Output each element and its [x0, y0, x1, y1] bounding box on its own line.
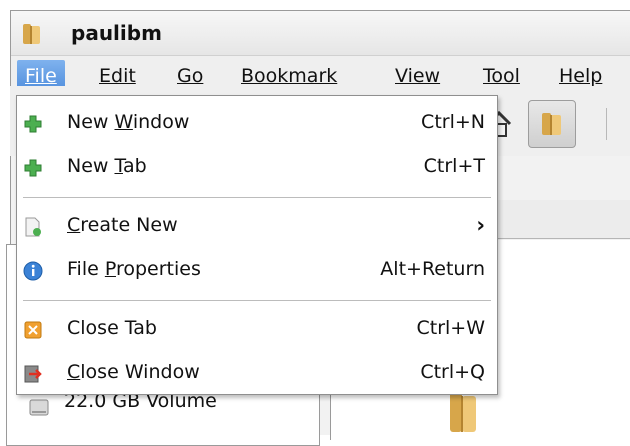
new-document-icon — [25, 217, 41, 237]
shortcut-label: Ctrl+T — [423, 155, 485, 177]
toolbar-separator — [606, 108, 607, 140]
window-title: paulibm — [71, 21, 162, 45]
info-icon — [23, 261, 43, 281]
drive-icon — [29, 399, 49, 416]
menu-item-create-new[interactable]: Create New › — [17, 207, 497, 247]
chevron-right-icon: › — [476, 213, 485, 237]
title-bar: paulibm — [11, 11, 630, 56]
folder-icon[interactable] — [444, 392, 482, 432]
menu-separator — [23, 197, 491, 198]
menu-item-new-tab[interactable]: New Tab Ctrl+T — [17, 148, 497, 188]
plus-icon — [24, 159, 42, 177]
exit-icon — [24, 365, 42, 383]
shortcut-label: Ctrl+N — [421, 111, 485, 133]
menu-item-file-properties[interactable]: File Properties Alt+Return — [17, 251, 497, 291]
folder-icon — [23, 24, 40, 44]
menu-item-new-window[interactable]: New Window Ctrl+N — [17, 104, 497, 144]
close-tab-icon — [24, 321, 42, 339]
menu-separator — [23, 300, 491, 301]
shortcut-label: Alt+Return — [380, 258, 485, 280]
menu-item-close-window[interactable]: Close Window Ctrl+Q — [17, 354, 497, 394]
menu-item-close-tab[interactable]: Close Tab Ctrl+W — [17, 310, 497, 350]
file-menu-dropdown: New Window Ctrl+N New Tab Ctrl+T Create … — [16, 95, 498, 395]
toolbar-folder-button[interactable] — [528, 100, 576, 148]
shortcut-label: Ctrl+Q — [420, 361, 485, 383]
shortcut-label: Ctrl+W — [416, 317, 485, 339]
plus-icon — [24, 115, 42, 133]
folder-icon — [542, 113, 561, 135]
